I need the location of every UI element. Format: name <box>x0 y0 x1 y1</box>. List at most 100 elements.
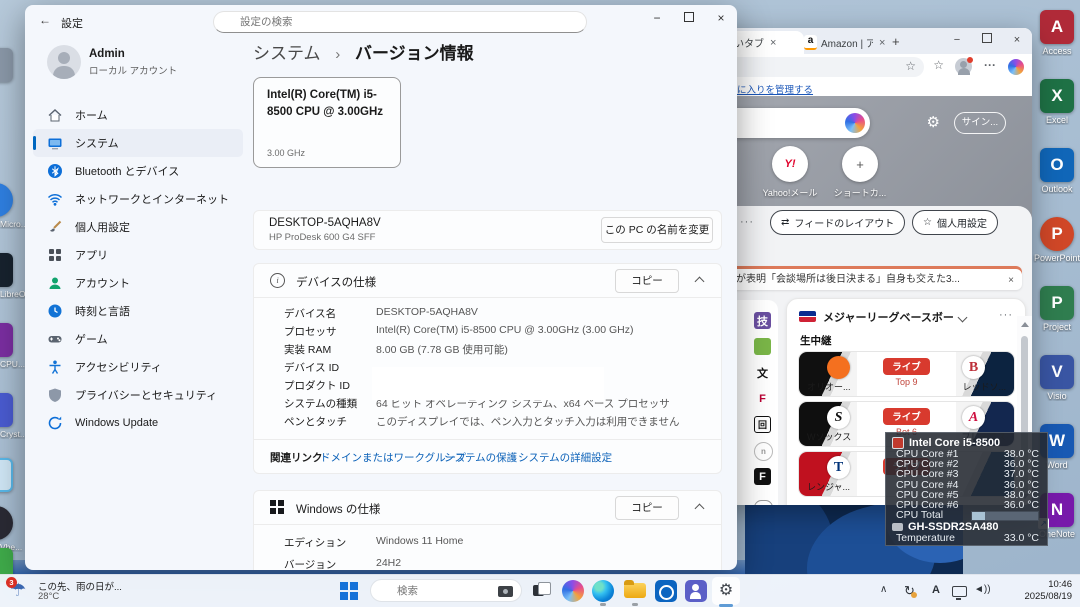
ntp-search-bar[interactable] <box>714 108 870 138</box>
sidebar-item-home[interactable]: ホーム <box>33 101 243 129</box>
site-icon-5[interactable]: 回 <box>754 416 771 433</box>
tray-chevron-icon[interactable]: ∧ <box>880 584 887 595</box>
feed-more-icon[interactable]: ··· <box>740 216 754 228</box>
copy-device-specs-button[interactable]: コピー <box>615 269 679 293</box>
device-specs-header[interactable]: i デバイスの仕様 コピー <box>254 264 721 298</box>
site-pill[interactable]: ー <box>754 500 773 505</box>
sidebar-item-privacy-security[interactable]: プライバシーとセキュリティ <box>33 381 243 409</box>
visual-search-camera-icon[interactable] <box>498 586 513 597</box>
weather-temp: 28°C <box>38 591 59 602</box>
ntp-settings-gear-icon[interactable]: ⚙ <box>927 113 940 131</box>
sidebar-item-time-language[interactable]: 時刻と言語 <box>33 297 243 325</box>
sidebar-label: アカウント <box>75 275 130 291</box>
sidebar-item-accounts[interactable]: アカウント <box>33 269 243 297</box>
start-button[interactable] <box>340 582 358 600</box>
edge-close-button[interactable]: × <box>1002 28 1032 52</box>
tab-close-icon[interactable]: × <box>770 37 776 49</box>
shortcut-add[interactable]: + <box>842 146 878 182</box>
sidebar-item-windows-update[interactable]: Windows Update <box>33 409 243 437</box>
sidebar-item-accessibility[interactable]: アクセシビリティ <box>33 353 243 381</box>
shortcut-yahoo-mail[interactable]: Y! <box>772 146 808 182</box>
copy-windows-specs-button[interactable]: コピー <box>615 496 679 520</box>
rename-pc-button[interactable]: この PC の名前を変更 <box>601 217 713 243</box>
spec-label: システムの種類 <box>284 396 376 414</box>
spec-row: プロセッサIntel(R) Core(TM) i5-8500 CPU @ 3.0… <box>284 324 711 342</box>
sidebar-item-gaming[interactable]: ゲーム <box>33 325 243 353</box>
edge-taskbar-icon[interactable] <box>592 580 614 602</box>
personalize-button[interactable]: ☆ 個人用設定 <box>912 210 998 235</box>
site-icon-6[interactable]: n <box>754 442 773 461</box>
tab-close-icon[interactable]: × <box>879 37 885 49</box>
desktop-icon-label: Outlook <box>1028 184 1080 194</box>
settings-window: ← 設定 − × Admin ローカル アカウント ホーム システム Bluet… <box>25 5 737 570</box>
taskbar-clock[interactable]: 10:46 2025/08/19 <box>1024 579 1072 603</box>
desktop-icon-left-7[interactable] <box>0 506 13 540</box>
news-headline-bar[interactable]: が表明「会談場所は後日決まる」自身も交えた3... × <box>728 266 1022 290</box>
desktop-icon-visio[interactable]: V <box>1040 355 1074 389</box>
system-protection-link[interactable]: システムの保護 <box>444 450 517 465</box>
user-avatar[interactable] <box>47 45 81 79</box>
collapse-chevron-icon[interactable] <box>695 277 705 287</box>
desktop-icon-left-4[interactable] <box>0 323 13 357</box>
widget-more-icon[interactable]: ··· <box>999 309 1013 321</box>
windows-specs-header[interactable]: Windows の仕様 コピー <box>254 491 721 525</box>
profile-avatar[interactable] <box>955 58 972 75</box>
sidebar-label: ネットワークとインターネット <box>75 191 229 207</box>
copilot-icon[interactable] <box>1008 59 1024 75</box>
teams-taskbar-icon[interactable] <box>685 580 707 602</box>
home-team-name: レンジャ... <box>807 480 850 493</box>
scroll-up-icon[interactable] <box>1021 322 1029 327</box>
game-row-orioles-redsox[interactable]: ライブ Top 9 B オリオー... レッドソ... <box>798 351 1015 397</box>
new-tab-button[interactable]: + <box>892 34 900 49</box>
headline-close-icon[interactable]: × <box>1008 267 1014 290</box>
edge-minimize-button[interactable]: − <box>942 28 972 52</box>
more-menu-icon[interactable]: ··· <box>984 58 996 72</box>
desktop-icon-powerpoint[interactable]: P <box>1040 217 1074 251</box>
network-icon[interactable] <box>952 586 967 597</box>
site-icon-1[interactable]: 技 <box>754 312 771 329</box>
desktop-icon-project[interactable]: P <box>1040 286 1074 320</box>
back-arrow-icon[interactable]: ← <box>39 13 51 27</box>
site-icon-7[interactable]: F <box>754 468 771 485</box>
sign-in-button[interactable]: サイン... <box>954 112 1006 134</box>
edge-maximize-button[interactable] <box>972 28 1002 52</box>
desktop-icon-excel[interactable]: X <box>1040 79 1074 113</box>
chevron-down-icon[interactable] <box>958 313 968 323</box>
desktop-icon-left-6[interactable] <box>0 458 13 492</box>
desktop-icon-left-2[interactable] <box>0 183 13 217</box>
desktop-icon-left-3[interactable] <box>0 253 13 287</box>
outlook-taskbar-icon[interactable] <box>655 580 677 602</box>
onedrive-sync-icon[interactable]: ↻ <box>904 583 915 599</box>
core-temp: 36.0 °C <box>1004 500 1039 510</box>
ime-indicator[interactable]: A <box>932 584 940 596</box>
sidebar-item-apps[interactable]: アプリ <box>33 241 243 269</box>
desktop-icon-access[interactable]: A <box>1040 10 1074 44</box>
site-icon-3[interactable]: 文 <box>754 364 771 381</box>
temp-label: Temperature <box>896 533 955 543</box>
feed-layout-button[interactable]: ⇄ フィードのレイアウト <box>770 210 905 235</box>
user-name: Admin <box>89 48 125 60</box>
sidebar-item-network-internet[interactable]: ネットワークとインターネット <box>33 185 243 213</box>
advanced-system-settings-link[interactable]: システムの詳細設定 <box>518 450 612 465</box>
edge-tab-amazon[interactable]: a Amazon | ア × <box>798 31 896 54</box>
desktop-icon-outlook[interactable]: O <box>1040 148 1074 182</box>
sidebar-item-personalization[interactable]: 個人用設定 <box>33 213 243 241</box>
sidebar-item-bluetooth-devices[interactable]: Bluetooth とデバイス <box>33 157 243 185</box>
site-icon-4[interactable]: F <box>754 390 771 407</box>
collapse-chevron-icon[interactable] <box>695 504 705 514</box>
processor-card[interactable]: Intel(R) Core(TM) i5-8500 CPU @ 3.00GHz … <box>253 77 401 168</box>
favorites-icon[interactable]: ☆ <box>933 58 944 72</box>
sidebar-item-system[interactable]: システム <box>33 129 243 157</box>
site-icon-2[interactable] <box>754 338 771 355</box>
settings-taskbar-icon[interactable]: ⚙ <box>712 577 740 605</box>
network-icon <box>47 191 63 207</box>
task-view-button[interactable] <box>530 580 552 602</box>
file-explorer-icon[interactable] <box>624 583 646 598</box>
breadcrumb-parent[interactable]: システム <box>253 44 321 63</box>
desktop-icon-left-1[interactable] <box>0 48 13 82</box>
home-team-name: Wソックス <box>807 430 851 443</box>
favorite-star-icon[interactable]: ☆ <box>905 59 916 73</box>
copilot-taskbar-icon[interactable] <box>562 580 584 602</box>
desktop-icon-left-5[interactable] <box>0 393 13 427</box>
volume-icon[interactable]: ◄)) <box>974 584 991 595</box>
